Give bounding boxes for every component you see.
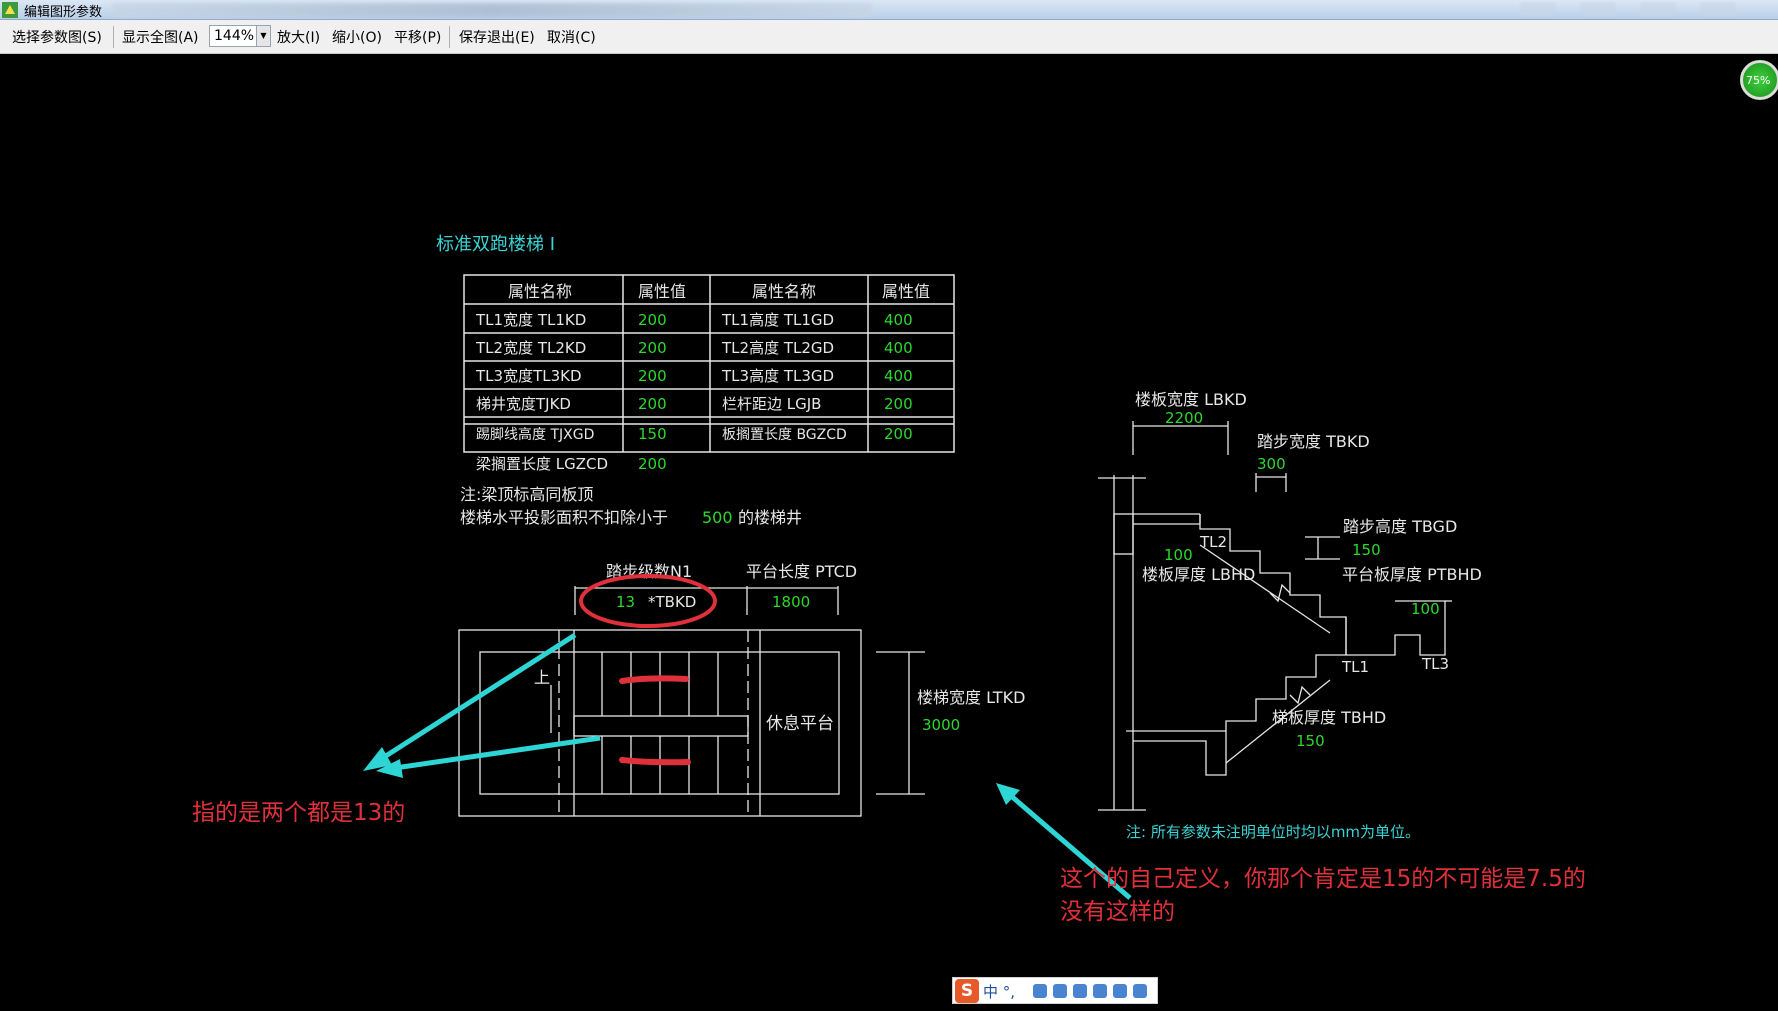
tbhd-label: 梯板厚度 TBHD [1272, 708, 1386, 727]
window-control[interactable] [1580, 2, 1616, 16]
toolbar-separator [449, 26, 450, 48]
stair-width-value: 3000 [922, 716, 960, 734]
zoom-in-button[interactable]: 放大(I) [277, 27, 320, 47]
ptbhd-value: 100 [1411, 600, 1440, 618]
window-titlebar: 编辑图形参数 [0, 0, 1778, 20]
tl2-label: TL2 [1199, 533, 1227, 551]
user-icon[interactable] [1093, 984, 1107, 998]
cancel-button[interactable]: 取消(C) [547, 27, 596, 47]
microphone-icon[interactable] [1053, 984, 1067, 998]
unit-footnote: 注: 所有参数未注明单位时均以mm为单位。 [1126, 823, 1420, 841]
steps-unit: *TBKD [648, 593, 696, 611]
window-path-blurred [112, 3, 872, 17]
highlight-stroke [619, 675, 689, 684]
tl3-label: TL3 [1421, 655, 1449, 673]
sogou-logo-icon[interactable]: S [955, 979, 979, 1003]
up-label: 上 [534, 668, 550, 687]
badge-text: 75% [1746, 74, 1771, 87]
right-annotation-line-1: 这个的自己定义，你那个肯定是15的不可能是7.5的 [1060, 866, 1586, 892]
right-annotation-line-2: 没有这样的 [1060, 899, 1175, 925]
ime-language-toggle[interactable]: 中 °, [983, 981, 1015, 1002]
stair-width-label: 楼梯宽度 LTKD [917, 688, 1025, 707]
window-title: 编辑图形参数 [24, 5, 103, 20]
platform-value: 1800 [772, 593, 810, 611]
slab-thickness-value: 100 [1164, 546, 1193, 564]
window-control[interactable] [1640, 2, 1676, 16]
progress-badge: 75% [1740, 60, 1778, 100]
steps-value: 13 [616, 593, 635, 611]
emoji-icon[interactable] [1033, 984, 1047, 998]
table-cell: 梁搁置长度 LGZCD [476, 455, 608, 473]
shirt-icon[interactable] [1113, 984, 1127, 998]
window-control[interactable] [1700, 2, 1736, 16]
save-exit-button[interactable]: 保存退出(E) [459, 27, 535, 47]
app-icon [2, 2, 18, 18]
select-param-button[interactable]: 选择参数图(S) [12, 27, 102, 47]
table-last-row: 梁搁置长度 LGZCD 200 [476, 455, 667, 473]
highlight-stroke [619, 757, 691, 766]
toolbar: 选择参数图(S) 显示全图(A) 144% ▼ 放大(I) 缩小(O) 平移(P… [0, 20, 1778, 54]
toolbar-separator [113, 26, 114, 48]
ptbhd-label: 平台板厚度 PTBHD [1342, 565, 1482, 584]
window-control[interactable] [1520, 2, 1556, 16]
pan-button[interactable]: 平移(P) [394, 27, 441, 47]
zoom-value: 144% [214, 28, 255, 44]
keyboard-icon[interactable] [1073, 984, 1087, 998]
table-cell: 200 [638, 455, 667, 473]
left-annotation: 指的是两个都是13的 [192, 800, 405, 826]
tl1-label: TL1 [1341, 658, 1369, 676]
tbhd-value: 150 [1296, 732, 1325, 750]
wrench-icon[interactable] [1133, 984, 1147, 998]
tbgd-value: 150 [1352, 541, 1381, 559]
rest-platform-label: 休息平台 [766, 714, 834, 734]
lbhd-label: 楼板厚度 LBHD [1142, 565, 1255, 584]
zoom-out-button[interactable]: 缩小(O) [332, 27, 382, 47]
tbgd-label: 踏步高度 TBGD [1343, 517, 1457, 536]
zoom-select[interactable]: 144% ▼ [209, 25, 271, 47]
platform-label: 平台长度 PTCD [746, 562, 857, 581]
annotation-arrows [363, 632, 1132, 900]
show-all-button[interactable]: 显示全图(A) [122, 27, 199, 47]
chevron-down-icon[interactable]: ▼ [256, 26, 270, 46]
ime-toolbar[interactable]: S 中 °, [952, 977, 1158, 1004]
